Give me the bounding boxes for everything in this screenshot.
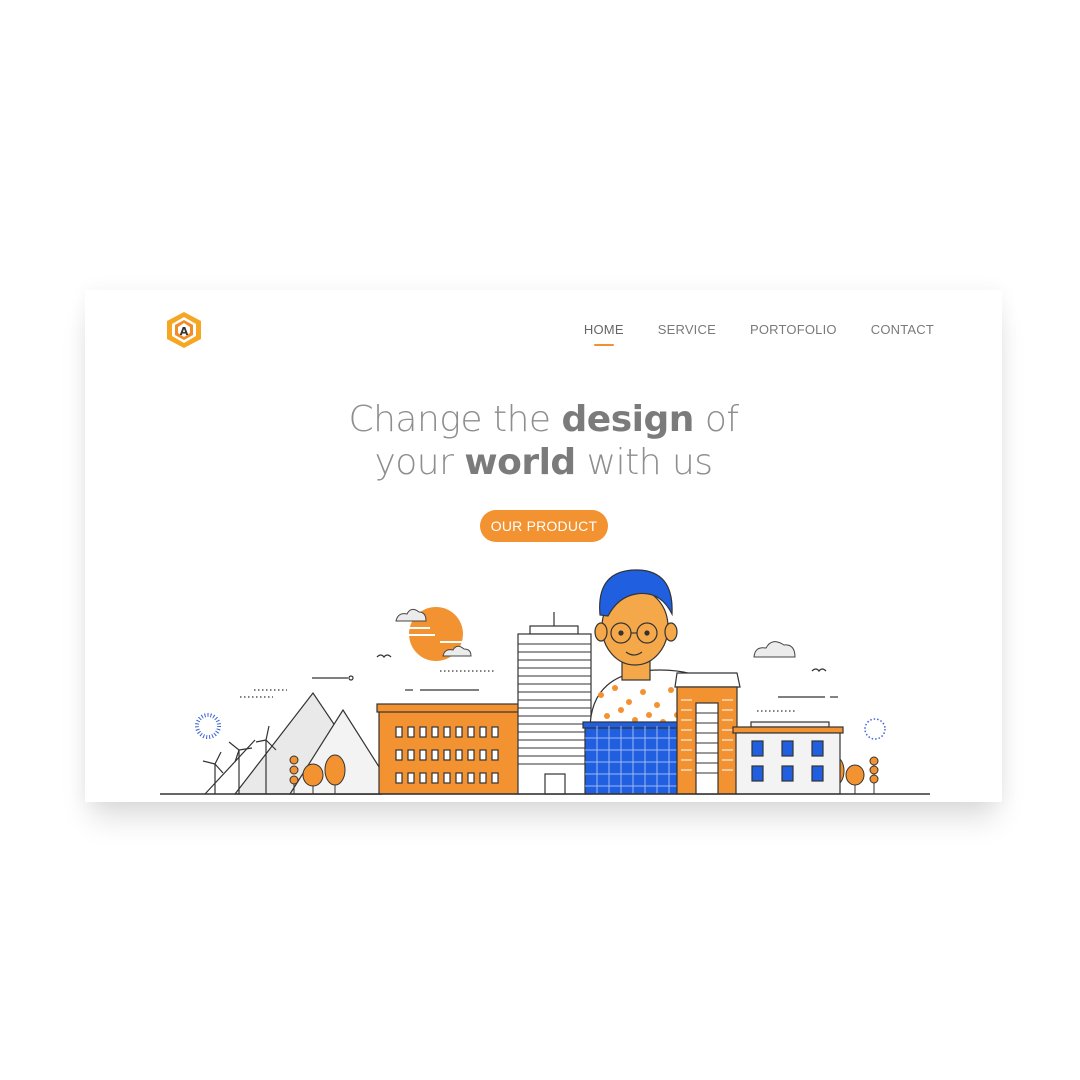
headline-world: world	[464, 442, 576, 483]
gray-building	[732, 721, 844, 795]
headline-design: design	[561, 399, 695, 440]
headline-line2-post: with us	[575, 442, 713, 483]
orange-building	[376, 703, 522, 795]
headline-line2-pre: your	[374, 442, 465, 483]
logo-icon[interactable]: A	[163, 310, 205, 350]
main-nav: HOME SERVICE PORTOFOLIO CONTACT	[584, 322, 934, 346]
our-product-button[interactable]: OUR PRODUCT	[480, 510, 608, 542]
nav-home[interactable]: HOME	[584, 322, 624, 346]
orange-tower	[674, 672, 741, 795]
nav-service[interactable]: SERVICE	[658, 322, 716, 337]
nav-contact[interactable]: CONTACT	[871, 322, 934, 337]
svg-text:A: A	[180, 325, 189, 338]
blue-building	[582, 721, 680, 795]
white-tower	[517, 612, 592, 795]
headline-line1-pre: Change the	[348, 399, 562, 440]
nav-portofolio[interactable]: PORTOFOLIO	[750, 322, 837, 337]
hero-headline: Change the design of your world with us	[85, 398, 1002, 484]
city-illustration	[160, 569, 930, 795]
headline-line1-post: of	[693, 399, 739, 440]
landing-page-card: A HOME SERVICE PORTOFOLIO CONTACT Change…	[85, 290, 1002, 802]
